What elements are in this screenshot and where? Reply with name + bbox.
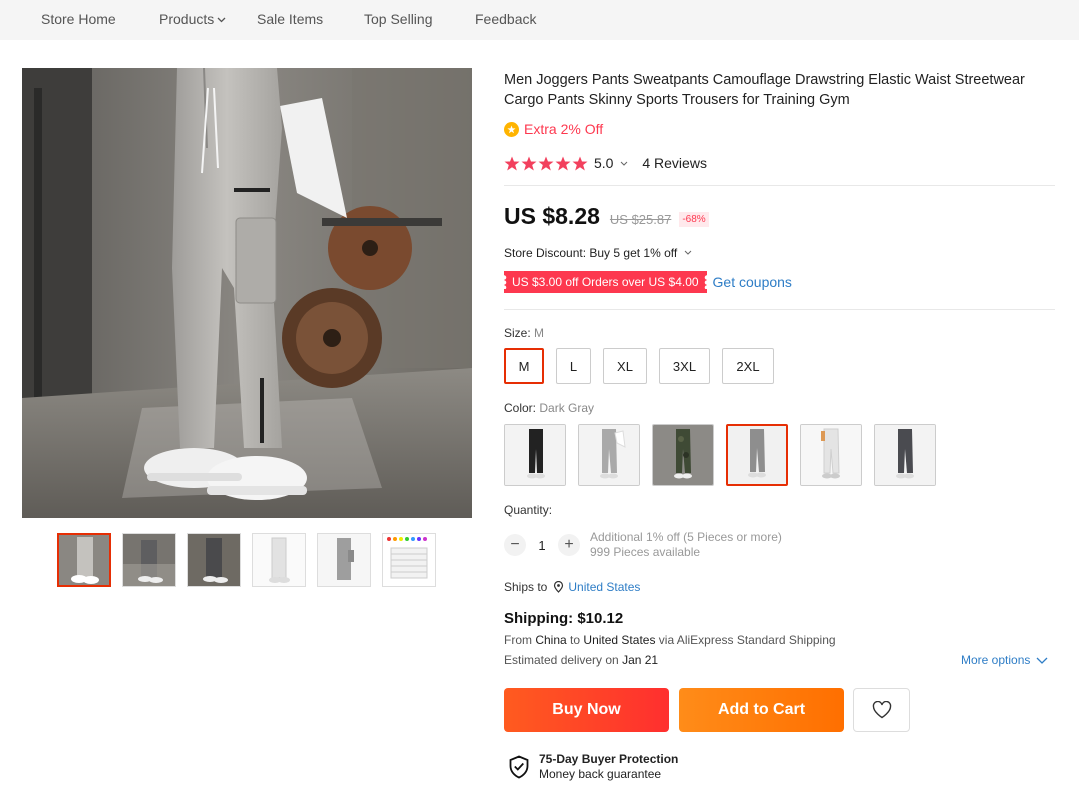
quantity-info: Additional 1% off (5 Pieces or more) 999… [590, 530, 782, 560]
heart-icon [872, 701, 891, 719]
nav-products[interactable]: Products [159, 11, 226, 27]
quantity-label: Quantity: [504, 503, 553, 517]
chevron-down-icon [217, 15, 226, 26]
nav-feedback[interactable]: Feedback [475, 11, 536, 27]
color-option-black[interactable] [504, 424, 566, 486]
get-coupons-link[interactable]: Get coupons [713, 274, 792, 290]
shipping-method: via AliExpress Standard Shipping [658, 633, 836, 647]
store-discount-text: Store Discount: Buy 5 get 1% off [504, 246, 678, 260]
shield-check-icon [509, 755, 529, 779]
quantity-stepper: − 1 + Additional 1% off (5 Pieces or mor… [504, 530, 782, 560]
color-option-light-gray[interactable] [578, 424, 640, 486]
star-icon [538, 156, 554, 170]
coupon-row: US $3.00 off Orders over US $4.00 Get co… [504, 271, 792, 293]
color-option-dark-gray[interactable] [726, 424, 788, 486]
thumbnail-3[interactable] [187, 533, 241, 587]
star-icon [504, 156, 520, 170]
size-label: Size: [504, 326, 531, 340]
original-price: US $25.87 [609, 212, 672, 227]
divider [504, 309, 1055, 310]
estimated-delivery: Estimated delivery on Jan 21 [504, 653, 658, 667]
rating-row: 5.0 4 Reviews [504, 155, 707, 171]
star-icon [555, 156, 571, 170]
divider [504, 185, 1055, 186]
size-option-l[interactable]: L [556, 348, 591, 384]
color-option-white[interactable] [800, 424, 862, 486]
quantity-increase-button[interactable]: + [558, 534, 580, 556]
extra-off-promo: Extra 2% Off [504, 121, 603, 137]
size-option-2xl[interactable]: 2XL [722, 348, 774, 384]
stock-available-text: 999 Pieces available [590, 545, 701, 559]
thumbnail-5[interactable] [317, 533, 371, 587]
size-selected-value: M [534, 326, 545, 340]
product-title: Men Joggers Pants Sweatpants Camouflage … [504, 72, 1025, 108]
nav-products-label: Products [159, 11, 215, 27]
size-option-xl[interactable]: XL [603, 348, 647, 384]
shipping-to-country: United States [583, 633, 656, 647]
nav-sale-items[interactable]: Sale Items [257, 11, 323, 27]
buyer-protection-subtitle: Money back guarantee [539, 767, 662, 781]
ships-to-label: Ships to [504, 580, 548, 594]
coupon-badge: US $3.00 off Orders over US $4.00 [504, 271, 707, 293]
ships-to-row: Ships to United States [504, 580, 640, 594]
chevron-down-icon [684, 250, 691, 255]
thumbnail-4[interactable] [252, 533, 306, 587]
shipping-to-word: to [570, 633, 581, 647]
main-product-image[interactable] [22, 68, 472, 518]
bulk-discount-text: Additional 1% off (5 Pieces or more) [590, 530, 782, 544]
store-discount-dropdown[interactable]: Store Discount: Buy 5 get 1% off [504, 246, 692, 260]
size-label-row: Size: M [504, 326, 544, 340]
price-row: US $8.28 US $25.87 -68% [504, 203, 709, 230]
quantity-decrease-button[interactable]: − [504, 534, 526, 556]
color-label-row: Color: Dark Gray [504, 401, 594, 415]
add-to-cart-button[interactable]: Add to Cart [679, 688, 844, 732]
color-selected-value: Dark Gray [539, 401, 595, 415]
color-label: Color: [504, 401, 537, 415]
shipping-from-prefix: From [504, 633, 532, 647]
discount-badge: -68% [679, 212, 709, 227]
store-nav-bar: Store Home Products Sale Items Top Selli… [0, 0, 1079, 40]
chevron-down-icon [621, 161, 628, 166]
star-icon [521, 156, 537, 170]
thumbnail-1[interactable] [57, 533, 111, 587]
quantity-input[interactable]: 1 [526, 538, 558, 553]
size-option-3xl[interactable]: 3XL [659, 348, 710, 384]
extra-off-text: Extra 2% Off [524, 121, 604, 137]
delivery-prefix: Estimated delivery on [504, 653, 619, 667]
color-option-camo-green[interactable] [652, 424, 714, 486]
chevron-down-icon [1036, 657, 1048, 664]
shipping-route: From China to United States via AliExpre… [504, 633, 836, 647]
size-option-m[interactable]: M [504, 348, 544, 384]
ships-to-country-link[interactable]: United States [568, 580, 640, 594]
shipping-from-country: China [535, 633, 567, 647]
delivery-date: Jan 21 [622, 653, 659, 667]
star-icon [572, 156, 588, 170]
rating-value-dropdown[interactable]: 5.0 [594, 155, 628, 171]
more-shipping-options-link[interactable]: More options [961, 653, 1048, 667]
coin-icon [504, 121, 519, 137]
color-option-charcoal[interactable] [874, 424, 936, 486]
nav-store-home[interactable]: Store Home [41, 11, 116, 27]
nav-top-selling[interactable]: Top Selling [364, 11, 433, 27]
rating-value: 5.0 [594, 155, 614, 171]
location-pin-icon [554, 581, 564, 593]
reviews-link[interactable]: 4 Reviews [642, 155, 707, 171]
buyer-protection: 75-Day Buyer Protection Money back guara… [508, 752, 678, 782]
thumbnail-size-chart[interactable] [382, 533, 436, 587]
buyer-protection-title: 75-Day Buyer Protection [539, 752, 679, 766]
buy-now-button[interactable]: Buy Now [504, 688, 669, 732]
star-rating [504, 156, 588, 171]
wishlist-button[interactable] [853, 688, 910, 732]
more-options-label: More options [961, 653, 1031, 667]
current-price: US $8.28 [504, 203, 600, 229]
shipping-cost: Shipping: $10.12 [504, 610, 624, 627]
thumbnail-2[interactable] [122, 533, 176, 587]
